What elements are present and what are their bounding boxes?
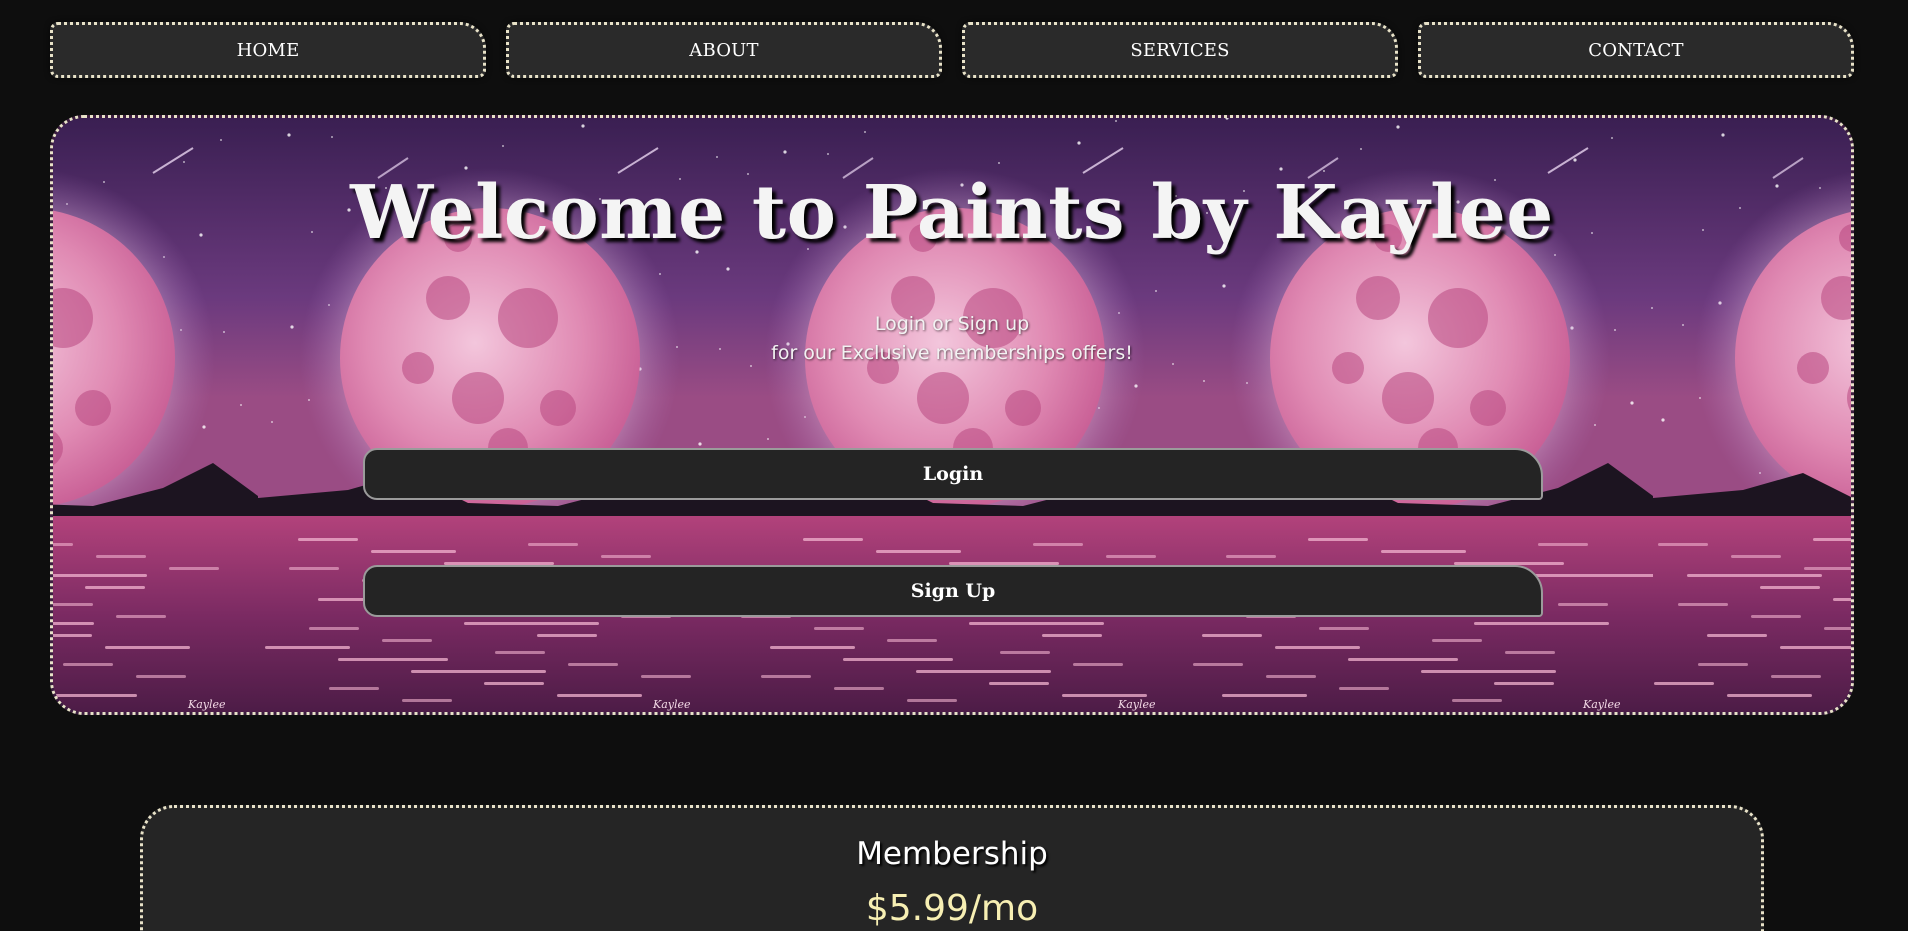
hero-title: Welcome to Paints by Kaylee (350, 170, 1554, 256)
hero-subtitle-line1: Login or Sign up (874, 313, 1030, 335)
membership-card: Membership $5.99/mo (140, 805, 1764, 931)
page: HOME ABOUT SERVICES CONTACT Kaylee Kayle… (0, 0, 1908, 931)
hero-content: Welcome to Paints by Kaylee Login or Sig… (53, 118, 1851, 712)
membership-price: $5.99/mo (865, 888, 1039, 929)
signup-button[interactable]: Sign Up (363, 565, 1543, 617)
login-button[interactable]: Login (363, 448, 1543, 500)
hero-banner: Kaylee Kaylee Kaylee Kaylee Kaylee Welco… (50, 115, 1854, 715)
nav-about-button[interactable]: ABOUT (506, 22, 942, 78)
nav-home-button[interactable]: HOME (50, 22, 486, 78)
top-nav: HOME ABOUT SERVICES CONTACT (50, 22, 1854, 80)
nav-contact-button[interactable]: CONTACT (1418, 22, 1854, 78)
nav-services-button[interactable]: SERVICES (962, 22, 1398, 78)
hero-subtitle-line2: for our Exclusive memberships offers! (771, 342, 1133, 364)
membership-title: Membership (856, 836, 1048, 872)
